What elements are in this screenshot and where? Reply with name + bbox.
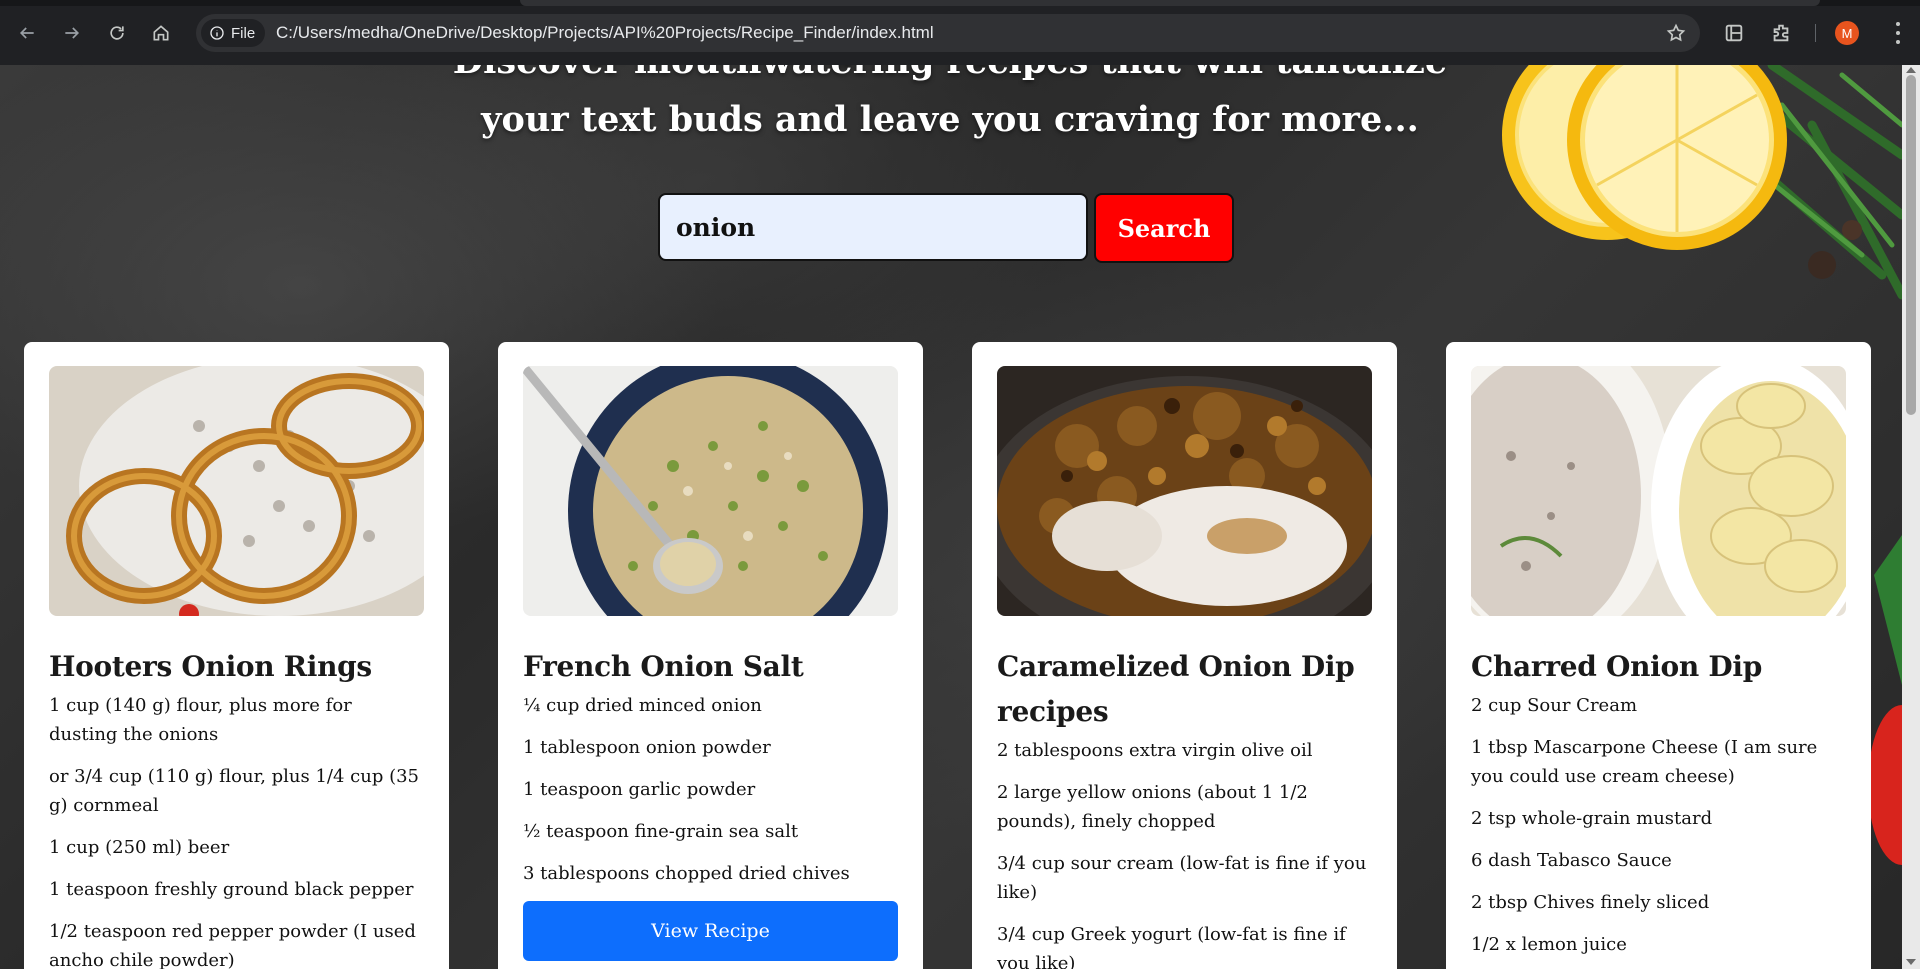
browser-menu-icon[interactable]	[1888, 20, 1908, 46]
ingredient-item: 1/2 teaspoon red pepper powder (I used a…	[49, 921, 416, 969]
home-icon[interactable]	[146, 18, 176, 48]
ingredient-item: 6 dash Tabasco Sauce	[1471, 850, 1672, 871]
ingredient-list: 1 cup (140 g) flour, plus more for dusti…	[49, 691, 424, 969]
scroll-up-icon[interactable]	[1906, 67, 1916, 73]
ingredient-item: 1 tbsp Mascarpone Cheese (I am sure you …	[1471, 737, 1818, 787]
ingredient-list: ¼ cup dried minced onion 1 tablespoon on…	[523, 691, 898, 888]
ingredient-item: 1/2 x lemon juice	[1471, 934, 1627, 955]
tab-strip	[0, 0, 1920, 6]
ingredient-item: 2 cup Sour Cream	[1471, 695, 1638, 716]
recipe-card: Hooters Onion Rings 1 cup (140 g) flour,…	[24, 342, 449, 969]
search-input[interactable]	[658, 193, 1088, 261]
recipe-card: Caramelized Onion Dip recipes 2 tablespo…	[972, 342, 1397, 969]
ingredient-item: 2 tsp whole-grain mustard	[1471, 808, 1713, 829]
hero-line-2: your text buds and leave you craving for…	[481, 99, 1419, 140]
ingredient-list: 2 tablespoons extra virgin olive oil 2 l…	[997, 736, 1372, 969]
ingredient-item: or 3/4 cup (110 g) flour, plus 1/4 cup (…	[49, 766, 420, 816]
recipe-title: French Onion Salt	[523, 650, 804, 683]
search-button[interactable]: Search	[1094, 193, 1234, 263]
ingredient-item: 2 tablespoons extra virgin olive oil	[997, 740, 1313, 761]
ingredient-item: 1 cup (250 ml) beer	[49, 837, 230, 858]
onion-dip-chips-photo	[1471, 366, 1846, 616]
site-chip-label: File	[231, 24, 256, 42]
ingredient-item: 3 tablespoons chopped dried chives	[523, 863, 850, 884]
toolbar-divider	[1815, 24, 1816, 42]
extensions-puzzle-icon[interactable]	[1770, 22, 1792, 44]
page-viewport: Discover mouthwatering recipes that will…	[0, 65, 1920, 969]
page-scrollbar[interactable]	[1902, 65, 1920, 969]
url-text[interactable]: C:/Users/medha/OneDrive/Desktop/Projects…	[276, 14, 934, 52]
ingredient-item: ¼ cup dried minced onion	[523, 695, 762, 716]
ingredient-item: 1 teaspoon freshly ground black pepper	[49, 879, 414, 900]
forward-icon[interactable]	[57, 18, 87, 48]
search-form: Search	[658, 193, 1234, 263]
back-icon[interactable]	[12, 18, 42, 48]
ingredient-item: 1 cup (140 g) flour, plus more for dusti…	[49, 695, 352, 745]
onion-rings-photo	[49, 366, 424, 616]
profile-avatar[interactable]: M	[1835, 21, 1859, 45]
recipe-card: Charred Onion Dip 2 cup Sour Cream 1 tbs…	[1446, 342, 1871, 969]
recipe-title: Hooters Onion Rings	[49, 650, 372, 683]
reload-icon[interactable]	[102, 18, 132, 48]
recipe-title: Charred Onion Dip	[1471, 650, 1762, 683]
bookmark-star-icon[interactable]	[1666, 23, 1686, 43]
onion-salt-bowl-photo	[523, 366, 898, 616]
caramelized-onion-dip-photo	[997, 366, 1372, 616]
site-info-chip[interactable]: File	[201, 19, 266, 47]
browser-toolbar: File C:/Users/medha/OneDrive/Desktop/Pro…	[0, 0, 1920, 65]
ingredient-item: 3/4 cup sour cream (low-fat is fine if y…	[997, 853, 1367, 903]
address-bar[interactable]: File C:/Users/medha/OneDrive/Desktop/Pro…	[196, 14, 1700, 52]
recipe-title: Caramelized Onion Dip recipes	[997, 650, 1355, 728]
scrollbar-thumb[interactable]	[1906, 75, 1916, 415]
ingredient-item: 3/4 cup Greek yogurt (low-fat is fine if…	[997, 924, 1346, 969]
ingredient-item: 1 teaspoon garlic powder	[523, 779, 756, 800]
ingredient-item: 2 tbsp Chives finely sliced	[1471, 892, 1710, 913]
hero-tagline: Discover mouthwatering recipes that will…	[0, 65, 1900, 149]
ingredient-item: 2 large yellow onions (about 1 1/2 pound…	[997, 782, 1308, 832]
hero-line-1: Discover mouthwatering recipes that will…	[0, 65, 1900, 91]
recipe-card: French Onion Salt ¼ cup dried minced oni…	[498, 342, 923, 969]
view-recipe-button[interactable]: View Recipe	[523, 901, 898, 961]
recipe-results: Hooters Onion Rings 1 cup (140 g) flour,…	[24, 342, 1876, 969]
scroll-down-icon[interactable]	[1906, 959, 1916, 965]
info-icon	[210, 26, 224, 40]
ingredient-item: 1 tablespoon onion powder	[523, 737, 771, 758]
ingredient-item: ½ teaspoon fine-grain sea salt	[523, 821, 799, 842]
ingredient-list: 2 cup Sour Cream 1 tbsp Mascarpone Chees…	[1471, 691, 1846, 959]
reading-list-icon[interactable]	[1723, 22, 1745, 44]
